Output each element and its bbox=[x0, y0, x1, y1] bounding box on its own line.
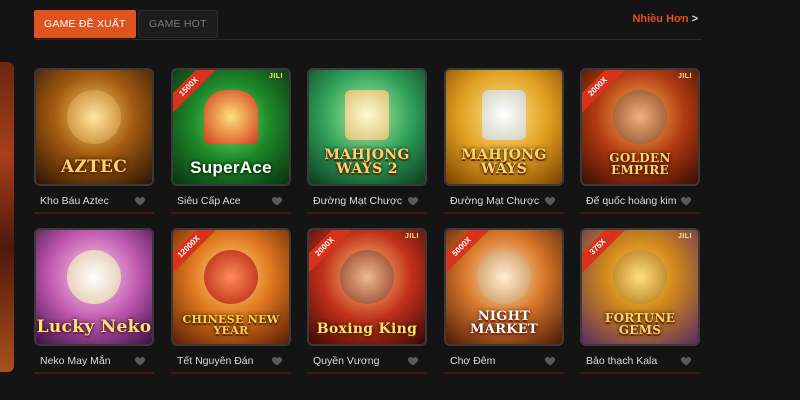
game-caption: Neko May Mắn bbox=[34, 348, 154, 374]
game-thumbnail[interactable]: MAHJONG WAYS bbox=[444, 68, 564, 186]
game-caption: Đường Mạt Chược bbox=[444, 188, 564, 214]
game-caption: Bảo thạch Kala bbox=[580, 348, 700, 374]
cat-figure bbox=[67, 250, 121, 304]
game-caption: Quyền Vương bbox=[307, 348, 427, 374]
game-card-super-ace[interactable]: 1500X JILI SuperAce Siêu Cấp Ace bbox=[171, 68, 291, 214]
game-thumbnail[interactable]: 12000X CHINESE NEW YEAR bbox=[171, 228, 291, 346]
game-name: Siêu Cấp Ace bbox=[177, 195, 241, 207]
game-thumbnail[interactable]: 2000X JILI GOLDEN EMPIRE bbox=[580, 68, 700, 186]
game-art-title: CHINESE NEW YEAR bbox=[182, 313, 280, 337]
game-art-title: Lucky Neko bbox=[36, 317, 152, 337]
more-link-label: Nhiều Hơn bbox=[632, 13, 689, 25]
game-art-title: MAHJONG WAYS bbox=[461, 147, 547, 177]
game-caption: Siêu Cấp Ace bbox=[171, 188, 291, 214]
game-card-mahjong-ways-2[interactable]: MAHJONG WAYS 2 Đường Mạt Chược bbox=[307, 68, 427, 214]
game-art-title: AZTEC bbox=[60, 157, 128, 177]
game-name: Đế quốc hoàng kim bbox=[586, 195, 677, 207]
tab-recommended-games[interactable]: GAME ĐỀ XUẤT bbox=[34, 10, 136, 38]
game-art-title: MAHJONG WAYS 2 bbox=[324, 147, 410, 177]
food-figure bbox=[477, 250, 531, 304]
heart-icon[interactable] bbox=[544, 354, 556, 366]
game-caption: Tết Nguyên Đán bbox=[171, 348, 291, 374]
side-banner-edge bbox=[0, 62, 14, 372]
chevron-right-icon: > bbox=[691, 13, 698, 25]
heart-icon[interactable] bbox=[134, 354, 146, 366]
game-art-title: Boxing King bbox=[316, 321, 418, 337]
game-thumbnail[interactable]: MAHJONG WAYS 2 bbox=[307, 68, 427, 186]
game-caption: Chợ Đêm bbox=[444, 348, 564, 374]
game-name: Bảo thạch Kala bbox=[586, 355, 658, 367]
game-name: Chợ Đêm bbox=[450, 355, 496, 367]
game-card-mahjong-ways[interactable]: MAHJONG WAYS Đường Mạt Chược bbox=[444, 68, 564, 214]
heart-icon[interactable] bbox=[271, 194, 283, 206]
game-art-title: GOLDEN EMPIRE bbox=[609, 151, 671, 177]
game-caption: Đế quốc hoàng kim bbox=[580, 188, 700, 214]
game-card-fortune-gems[interactable]: 375X JILI FORTUNE GEMS Bảo thạch Kala bbox=[580, 228, 700, 374]
game-thumbnail[interactable]: Lucky Neko bbox=[34, 228, 154, 346]
game-thumbnail[interactable]: 2000X JILI Boxing King bbox=[307, 228, 427, 346]
tab-hot-games[interactable]: GAME HOT bbox=[138, 10, 218, 38]
game-thumbnail[interactable]: 5000X NIGHT MARKET bbox=[444, 228, 564, 346]
game-card-aztec[interactable]: AZTEC Kho Báu Aztec bbox=[34, 68, 154, 214]
heart-icon[interactable] bbox=[134, 194, 146, 206]
game-caption: Kho Báu Aztec bbox=[34, 188, 154, 214]
jili-logo: JILI bbox=[404, 233, 419, 240]
mahjong-tile bbox=[345, 90, 389, 140]
game-card-lucky-neko[interactable]: Lucky Neko Neko May Mắn bbox=[34, 228, 154, 374]
boxer-figure bbox=[340, 250, 394, 304]
character-figure bbox=[613, 90, 667, 144]
game-card-night-market[interactable]: 5000X NIGHT MARKET Chợ Đêm bbox=[444, 228, 564, 374]
heart-icon[interactable] bbox=[680, 354, 692, 366]
game-name: Đường Mạt Chược bbox=[450, 195, 540, 207]
game-card-boxing-king[interactable]: 2000X JILI Boxing King Quyền Vương bbox=[307, 228, 427, 374]
game-thumbnail[interactable]: 375X JILI FORTUNE GEMS bbox=[580, 228, 700, 346]
game-art-title: SuperAce bbox=[190, 158, 272, 177]
game-caption: Đường Mạt Chược bbox=[307, 188, 427, 214]
heart-icon[interactable] bbox=[407, 354, 419, 366]
heart-icon[interactable] bbox=[407, 194, 419, 206]
jili-logo: JILI bbox=[677, 233, 692, 240]
game-card-chinese-new-year[interactable]: 12000X CHINESE NEW YEAR Tết Nguyên Đán bbox=[171, 228, 291, 374]
mahjong-tile bbox=[482, 90, 526, 140]
lion-dance-figure bbox=[204, 250, 258, 304]
golden-mask-figure bbox=[613, 250, 667, 304]
more-link[interactable]: Nhiều Hơn > bbox=[632, 10, 698, 28]
heart-icon[interactable] bbox=[271, 354, 283, 366]
game-art-title: NIGHT MARKET bbox=[470, 309, 538, 337]
crown-figure bbox=[204, 90, 258, 144]
game-thumbnail[interactable]: AZTEC bbox=[34, 68, 154, 186]
game-name: Quyền Vương bbox=[313, 355, 380, 367]
game-card-golden-empire[interactable]: 2000X JILI GOLDEN EMPIRE Đế quốc hoàng k… bbox=[580, 68, 700, 214]
game-name: Kho Báu Aztec bbox=[40, 195, 109, 207]
game-name: Tết Nguyên Đán bbox=[177, 355, 254, 367]
game-name: Neko May Mắn bbox=[40, 355, 111, 367]
jili-logo: JILI bbox=[268, 73, 283, 80]
game-thumbnail[interactable]: 1500X JILI SuperAce bbox=[171, 68, 291, 186]
game-name: Đường Mạt Chược bbox=[313, 195, 403, 207]
games-header: GAME ĐỀ XUẤT GAME HOT Nhiều Hơn > bbox=[34, 10, 702, 40]
character-figure bbox=[67, 90, 121, 144]
heart-icon[interactable] bbox=[680, 194, 692, 206]
heart-icon[interactable] bbox=[544, 194, 556, 206]
jili-logo: JILI bbox=[677, 73, 692, 80]
game-art-title: FORTUNE GEMS bbox=[604, 311, 676, 337]
